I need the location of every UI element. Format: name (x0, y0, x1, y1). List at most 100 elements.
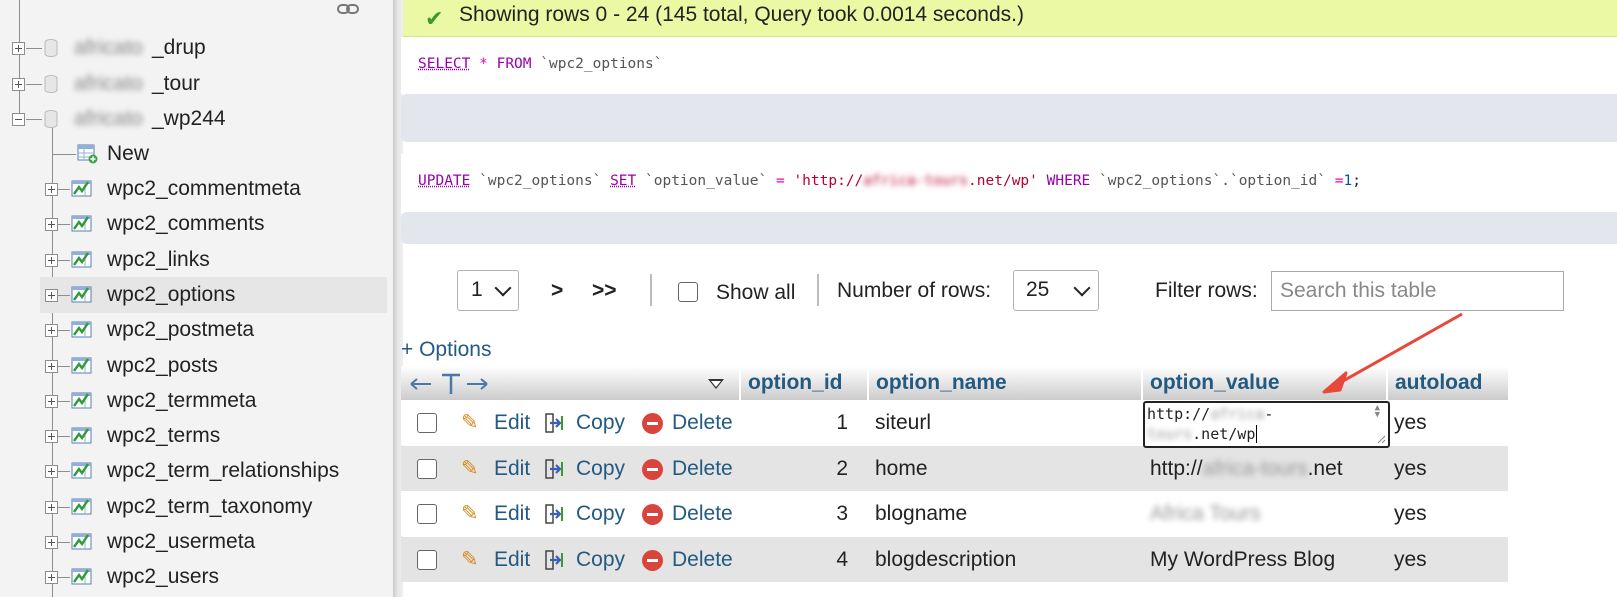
copy-icon[interactable] (544, 549, 566, 571)
edit-link[interactable]: Edit (494, 537, 530, 582)
expand-icon[interactable] (45, 254, 58, 267)
table-name[interactable]: wpc2_commentmeta (107, 171, 301, 207)
edit-icon[interactable]: ✎ (461, 501, 479, 526)
expand-icon[interactable] (45, 289, 58, 302)
table-icon[interactable] (71, 284, 93, 304)
copy-link[interactable]: Copy (576, 446, 625, 491)
delete-icon[interactable] (642, 504, 663, 525)
sidebar-table-item[interactable]: wpc2_commentmeta (40, 171, 387, 207)
copy-link[interactable]: Copy (576, 537, 625, 582)
filter-rows-input[interactable] (1271, 271, 1564, 311)
cell-option-name[interactable]: siteurl (875, 400, 931, 445)
last-page-button[interactable]: >> (592, 276, 617, 306)
next-page-button[interactable]: > (551, 276, 563, 306)
sidebar-table-item[interactable]: wpc2_links (40, 242, 387, 278)
expand-icon[interactable] (45, 395, 58, 408)
sort-dropdown-icon[interactable] (707, 378, 725, 390)
delete-link[interactable]: Delete (672, 400, 733, 445)
cell-option-name[interactable]: blogname (875, 491, 967, 536)
table-icon[interactable] (71, 566, 93, 586)
cell-autoload[interactable]: yes (1394, 537, 1427, 582)
cell-option-id[interactable]: 4 (741, 537, 848, 582)
table-name[interactable]: wpc2_links (107, 242, 210, 278)
sidebar-table-item[interactable]: wpc2_usermeta (40, 524, 387, 560)
delete-link[interactable]: Delete (672, 491, 733, 536)
cell-option-id[interactable]: 2 (741, 446, 848, 491)
option-value-edit-field[interactable]: http://africa- tours.net/wp ▲ ▼ (1143, 401, 1390, 448)
expand-icon[interactable] (45, 465, 58, 478)
db-item-drup[interactable]: africato _drup (0, 30, 393, 66)
expand-icon[interactable] (45, 571, 58, 584)
show-all-checkbox[interactable] (678, 282, 698, 302)
copy-icon[interactable] (544, 458, 566, 480)
sidebar-table-item[interactable]: wpc2_postmeta (40, 312, 387, 348)
page-select[interactable]: 1 (457, 270, 519, 311)
copy-link[interactable]: Copy (576, 491, 625, 536)
cell-option-value[interactable]: http://africa-tours.net (1150, 446, 1343, 491)
delete-icon[interactable] (642, 413, 663, 434)
copy-link[interactable]: Copy (576, 400, 625, 445)
db-name-suffix[interactable]: _wp244 (152, 101, 226, 137)
row-checkbox[interactable] (417, 504, 437, 524)
collapse-icon[interactable] (12, 113, 25, 126)
cell-autoload[interactable]: yes (1394, 491, 1427, 536)
table-name[interactable]: wpc2_term_relationships (107, 453, 339, 489)
edit-icon[interactable]: ✎ (461, 547, 479, 572)
cell-option-id[interactable]: 3 (741, 491, 848, 536)
table-icon[interactable] (71, 390, 93, 410)
column-resize-icon[interactable] (409, 373, 489, 395)
spinner-icon[interactable]: ▲ ▼ (1375, 404, 1380, 420)
resize-grip-icon[interactable] (1376, 434, 1386, 444)
cell-option-name[interactable]: blogdescription (875, 537, 1016, 582)
table-icon[interactable] (71, 460, 93, 480)
row-checkbox[interactable] (417, 459, 437, 479)
edit-link[interactable]: Edit (494, 491, 530, 536)
table-name[interactable]: wpc2_terms (107, 418, 220, 454)
table-name[interactable]: wpc2_postmeta (107, 312, 254, 348)
sidebar-table-item[interactable]: wpc2_terms (40, 418, 387, 454)
db-item-tour[interactable]: africato _tour (0, 66, 393, 102)
options-link[interactable]: + Options (401, 338, 491, 362)
sidebar-table-item[interactable]: wpc2_users (40, 559, 387, 595)
expand-icon[interactable] (45, 536, 58, 549)
cell-autoload[interactable]: yes (1394, 400, 1427, 445)
delete-link[interactable]: Delete (672, 446, 733, 491)
table-icon[interactable] (71, 213, 93, 233)
db-name-suffix[interactable]: _tour (152, 66, 200, 102)
sidebar-table-item[interactable]: wpc2_term_relationships (40, 453, 387, 489)
sidebar-table-item[interactable]: wpc2_comments (40, 206, 387, 242)
delete-link[interactable]: Delete (672, 537, 733, 582)
expand-icon[interactable] (45, 324, 58, 337)
column-header-option-name[interactable]: option_name (869, 366, 1141, 400)
delete-icon[interactable] (642, 550, 663, 571)
expand-icon[interactable] (45, 183, 58, 196)
copy-icon[interactable] (544, 412, 566, 434)
cell-option-value[interactable]: My WordPress Blog (1150, 537, 1335, 582)
edit-icon[interactable]: ✎ (461, 456, 479, 481)
expand-icon[interactable] (45, 501, 58, 514)
sidebar-table-item[interactable]: wpc2_posts (40, 348, 387, 384)
cell-option-value[interactable]: Africa Tours (1150, 491, 1261, 536)
row-checkbox[interactable] (417, 413, 437, 433)
sidebar-table-item[interactable]: wpc2_options (40, 277, 387, 313)
edit-icon[interactable]: ✎ (461, 410, 479, 435)
sidebar-table-item[interactable]: wpc2_term_taxonomy (40, 489, 387, 525)
table-icon[interactable] (71, 531, 93, 551)
link-icon[interactable] (337, 3, 359, 15)
rows-select[interactable]: 25 (1013, 270, 1099, 311)
table-icon[interactable] (71, 249, 93, 269)
cell-autoload[interactable]: yes (1394, 446, 1427, 491)
delete-icon[interactable] (642, 459, 663, 480)
table-name[interactable]: wpc2_options (107, 277, 235, 313)
expand-icon[interactable] (12, 78, 25, 91)
sidebar-table-item[interactable]: wpc2_termmeta (40, 383, 387, 419)
row-checkbox[interactable] (417, 550, 437, 570)
table-name[interactable]: wpc2_usermeta (107, 524, 255, 560)
column-header-option-id[interactable]: option_id (741, 366, 867, 400)
copy-icon[interactable] (544, 503, 566, 525)
cell-option-name[interactable]: home (875, 446, 928, 491)
table-name[interactable]: wpc2_posts (107, 348, 218, 384)
edit-link[interactable]: Edit (494, 400, 530, 445)
expand-icon[interactable] (45, 360, 58, 373)
table-name[interactable]: wpc2_termmeta (107, 383, 256, 419)
